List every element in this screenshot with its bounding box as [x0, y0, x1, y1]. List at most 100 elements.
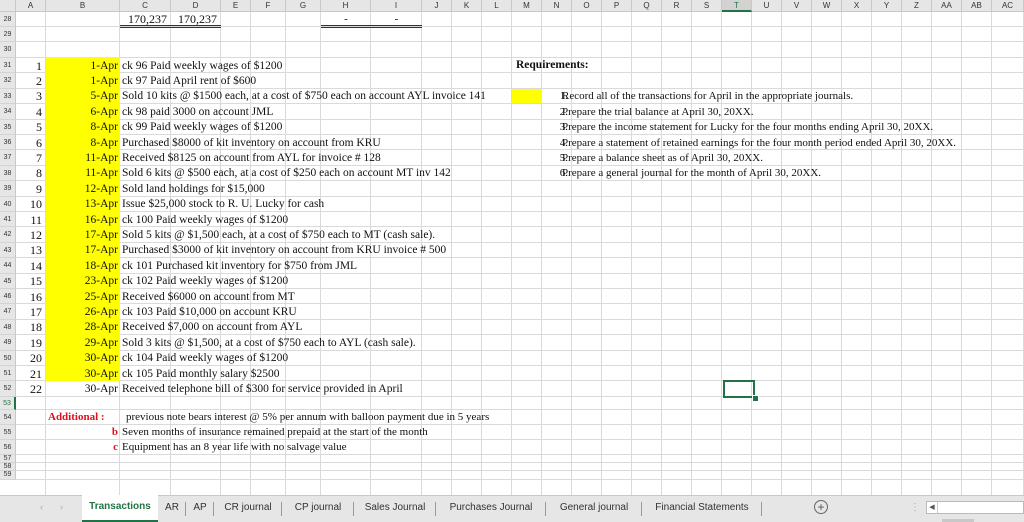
- column-header-p[interactable]: P: [602, 0, 632, 12]
- row-header-56[interactable]: 56: [0, 439, 16, 455]
- column-header-ac[interactable]: AC: [992, 0, 1024, 12]
- row-header-43[interactable]: 43: [0, 242, 16, 259]
- transaction-date: 11-Apr: [85, 151, 118, 164]
- transaction-description: Received $8125 on account from AYL for i…: [122, 151, 381, 164]
- fill-handle[interactable]: [752, 395, 759, 403]
- column-header-r[interactable]: R: [662, 0, 692, 12]
- row-header-53[interactable]: 53: [0, 396, 16, 410]
- row-header-40[interactable]: 40: [0, 196, 16, 212]
- column-header-m[interactable]: M: [512, 0, 542, 12]
- column-header-q[interactable]: Q: [632, 0, 662, 12]
- column-header-u[interactable]: U: [752, 0, 782, 12]
- transaction-date: 1-Apr: [90, 59, 118, 72]
- column-header-w[interactable]: W: [812, 0, 842, 12]
- row-header-50[interactable]: 50: [0, 350, 16, 366]
- row-header-51[interactable]: 51: [0, 366, 16, 382]
- sheet-tab-ar[interactable]: AR: [158, 496, 186, 522]
- sheet-tab-sales-journal[interactable]: Sales Journal: [354, 496, 436, 522]
- column-header-e[interactable]: E: [221, 0, 251, 12]
- row-header-49[interactable]: 49: [0, 335, 16, 351]
- additional-letter: b: [111, 425, 118, 438]
- transaction-description: Received $6000 on account from MT: [122, 290, 295, 303]
- transaction-description: Sold 6 kits @ $500 each, at a cost of $2…: [122, 167, 451, 180]
- row-header-52[interactable]: 52: [0, 381, 16, 397]
- row-header-37[interactable]: 37: [0, 150, 16, 166]
- horizontal-scrollbar[interactable]: ◀: [926, 501, 1024, 514]
- transaction-number: 2: [36, 73, 42, 88]
- active-cell[interactable]: [723, 380, 755, 399]
- row-header-33[interactable]: 33: [0, 88, 16, 105]
- row-header-41[interactable]: 41: [0, 212, 16, 228]
- next-sheet-arrow-icon[interactable]: ›: [60, 502, 63, 512]
- column-header-v[interactable]: V: [782, 0, 812, 12]
- sheet-tab-purchases-journal[interactable]: Purchases Journal: [436, 496, 546, 522]
- column-header-l[interactable]: L: [482, 0, 512, 12]
- sheet-tab-cr-journal[interactable]: CR journal: [214, 496, 282, 522]
- row-header-47[interactable]: 47: [0, 304, 16, 320]
- column-header-f[interactable]: F: [251, 0, 286, 12]
- select-all-corner[interactable]: [0, 0, 16, 12]
- requirement-number: 1.: [559, 90, 568, 103]
- gridline: [661, 12, 662, 495]
- column-header-a[interactable]: A: [16, 0, 46, 12]
- row-header-45[interactable]: 45: [0, 273, 16, 289]
- row-header-42[interactable]: 42: [0, 227, 16, 243]
- transaction-description: Purchased $3000 of kit inventory on acco…: [122, 244, 447, 257]
- column-header-b[interactable]: B: [46, 0, 120, 12]
- transaction-description: ck 104 Paid weekly wages of $1200: [122, 352, 289, 365]
- row-header-44[interactable]: 44: [0, 258, 16, 274]
- column-header-aa[interactable]: AA: [932, 0, 962, 12]
- transaction-number: 6: [36, 135, 42, 150]
- row-header-30[interactable]: 30: [0, 42, 16, 58]
- row-header-31[interactable]: 31: [0, 58, 16, 74]
- spreadsheet-grid[interactable]: A B C D E F G H I J K L M N O P Q R S T U V W X Y Z AA AB AC 28 29 30 31…: [0, 0, 1024, 495]
- row-header-34[interactable]: 34: [0, 104, 16, 120]
- row-header-32[interactable]: 32: [0, 73, 16, 89]
- transaction-date: 11-Apr: [85, 167, 118, 180]
- gridline: [721, 12, 722, 495]
- row-header-46[interactable]: 46: [0, 289, 16, 305]
- sheet-tab-financial-statements[interactable]: Financial Statements: [642, 496, 762, 522]
- column-header-o[interactable]: O: [572, 0, 602, 12]
- row-header-38[interactable]: 38: [0, 165, 16, 182]
- row-header-59[interactable]: 59: [0, 471, 16, 480]
- row-header-35[interactable]: 35: [0, 119, 16, 135]
- column-header-d[interactable]: D: [171, 0, 221, 12]
- row-header-57[interactable]: 57: [0, 454, 16, 464]
- column-header-t[interactable]: T: [722, 0, 752, 12]
- gridline: [901, 12, 902, 495]
- add-sheet-icon[interactable]: +: [814, 500, 828, 514]
- requirement-text: Prepare a general journal for the month …: [562, 167, 822, 180]
- column-header-s[interactable]: S: [692, 0, 722, 12]
- row-header-55[interactable]: 55: [0, 424, 16, 440]
- sheet-tab-cp-journal[interactable]: CP journal: [282, 496, 354, 522]
- row-header-28[interactable]: 28: [0, 12, 16, 27]
- column-header-i[interactable]: I: [371, 0, 422, 12]
- row-header-54[interactable]: 54: [0, 409, 16, 425]
- prev-sheet-arrow-icon[interactable]: ‹: [40, 502, 43, 512]
- sheet-tab-transactions[interactable]: Transactions: [82, 495, 158, 522]
- requirement-text: Prepare the trial balance at April 30, 2…: [562, 105, 754, 118]
- row-header-36[interactable]: 36: [0, 135, 16, 151]
- column-header-ab[interactable]: AB: [962, 0, 992, 12]
- column-header-j[interactable]: J: [422, 0, 452, 12]
- transaction-number: 11: [30, 212, 42, 227]
- sheet-tab-general-journal[interactable]: General journal: [546, 496, 642, 522]
- row-header-39[interactable]: 39: [0, 181, 16, 197]
- column-header-x[interactable]: X: [842, 0, 872, 12]
- column-header-y[interactable]: Y: [872, 0, 902, 12]
- tab-split-handle[interactable]: ⋮: [910, 502, 920, 513]
- column-header-h[interactable]: H: [321, 0, 371, 12]
- column-header-c[interactable]: C: [120, 0, 171, 12]
- column-header-n[interactable]: N: [542, 0, 572, 12]
- sheet-tab-ap[interactable]: AP: [186, 496, 214, 522]
- scroll-left-icon[interactable]: ◀: [927, 502, 938, 513]
- column-header-k[interactable]: K: [452, 0, 482, 12]
- column-header-g[interactable]: G: [286, 0, 321, 12]
- row-header-29[interactable]: 29: [0, 27, 16, 42]
- gridline: [991, 12, 992, 495]
- column-header-z[interactable]: Z: [902, 0, 932, 12]
- transaction-number: 7: [36, 150, 42, 165]
- row-header-58[interactable]: 58: [0, 463, 16, 472]
- row-header-48[interactable]: 48: [0, 319, 16, 336]
